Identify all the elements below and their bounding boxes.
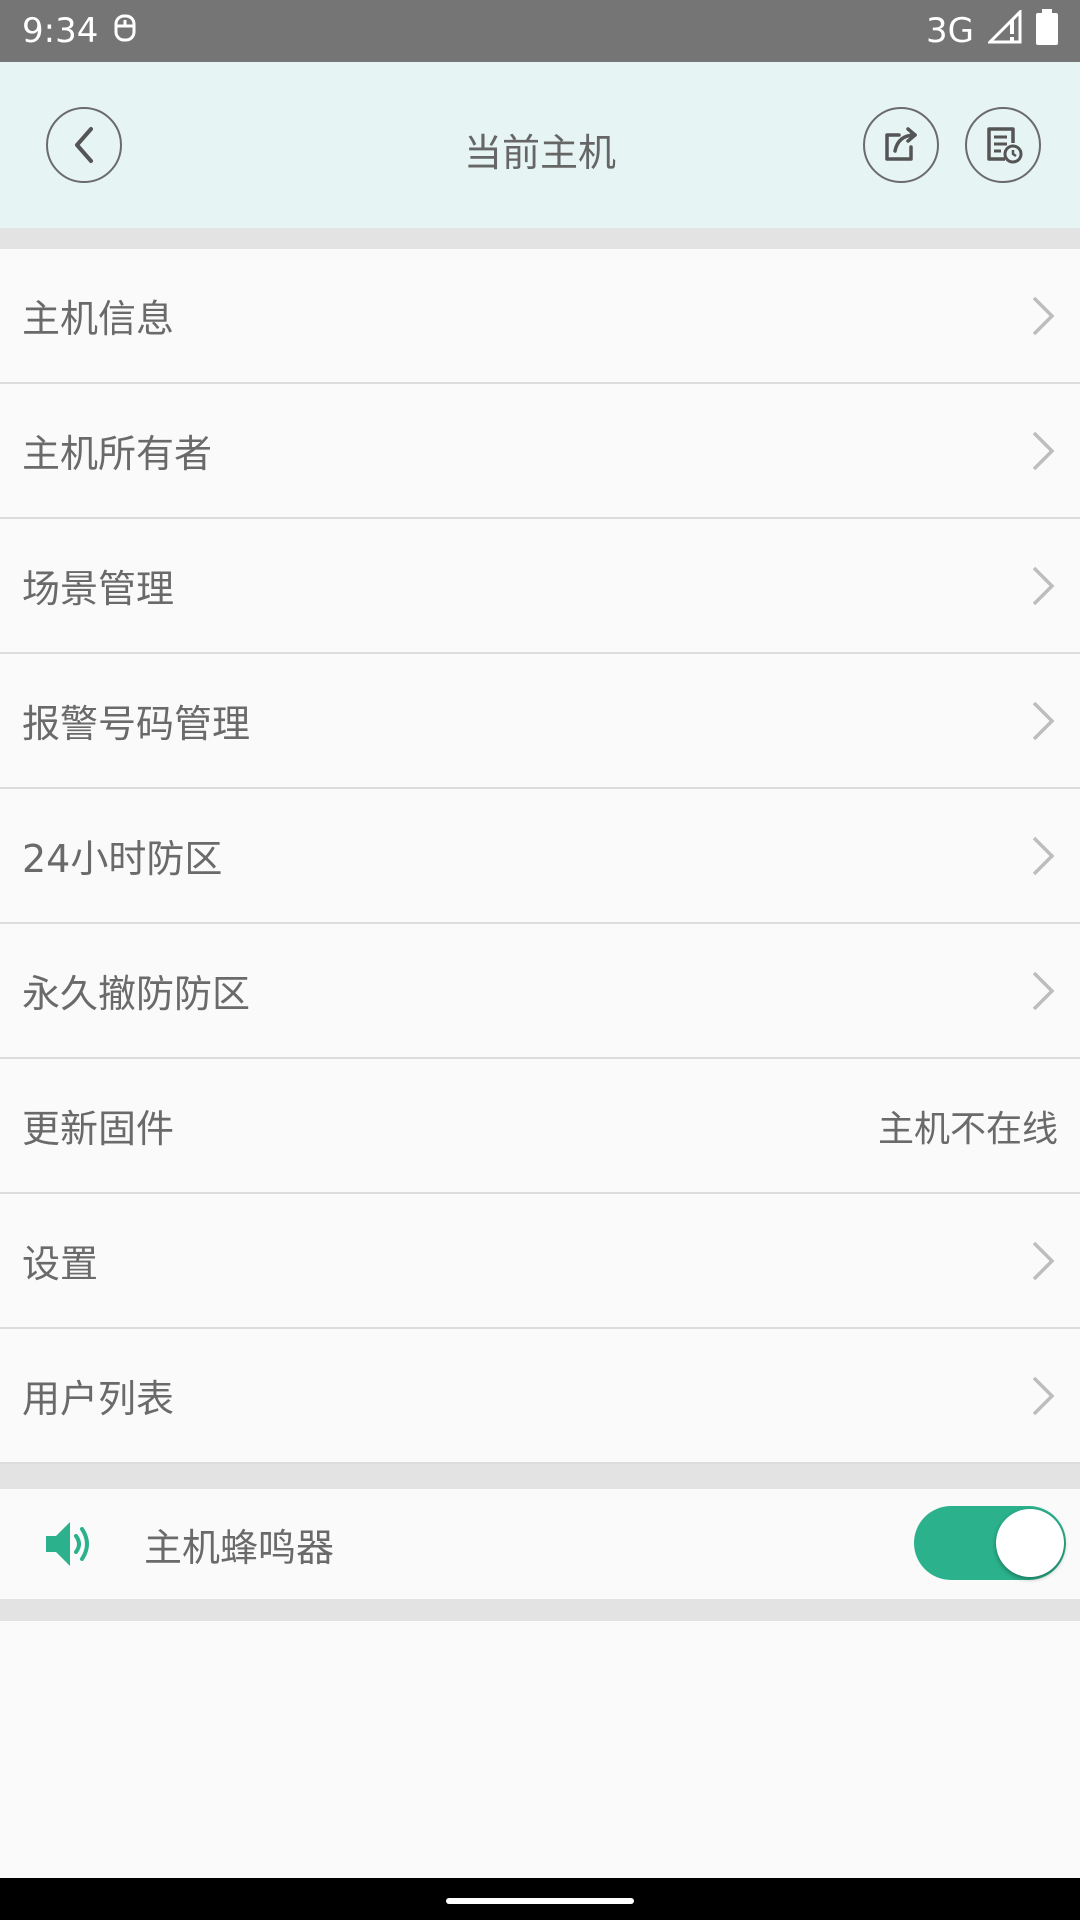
system-nav-bar (0, 1878, 1080, 1920)
chevron-right-icon (1032, 566, 1055, 605)
chevron-right-icon (1032, 1376, 1055, 1415)
menu-item-user-list[interactable]: 用户列表 (0, 1329, 1080, 1464)
app-bar: 当前主机 (0, 62, 1080, 228)
menu-item-label: 报警号码管理 (22, 702, 251, 746)
status-bar: 9:34 3G (0, 0, 1080, 62)
menu-item-settings[interactable]: 设置 (0, 1194, 1080, 1329)
status-time: 9:34 (22, 11, 99, 51)
settings-menu-list: 主机信息 主机所有者 场景管理 报警号码管理 24小时防区 永久撤防防区 更新固… (0, 249, 1080, 1464)
menu-item-host-owner[interactable]: 主机所有者 (0, 384, 1080, 519)
battery-icon (1036, 8, 1058, 54)
menu-item-label: 主机信息 (22, 297, 175, 341)
chevron-right-icon (1032, 836, 1055, 875)
menu-item-label: 用户列表 (22, 1377, 175, 1421)
menu-item-label: 24小时防区 (22, 837, 223, 881)
menu-item-label: 主机所有者 (22, 432, 213, 476)
buzzer-toggle[interactable] (914, 1506, 1066, 1580)
firmware-status-text: 主机不在线 (877, 1108, 1058, 1150)
home-gesture-handle[interactable] (446, 1898, 634, 1904)
menu-item-host-info[interactable]: 主机信息 (0, 249, 1080, 384)
log-history-icon (987, 127, 1023, 164)
buzzer-setting-row: 主机蜂鸣器 (0, 1489, 1080, 1599)
menu-item-permanent-disarm-zone[interactable]: 永久撤防防区 (0, 924, 1080, 1059)
signal-icon (986, 7, 1022, 53)
section-divider (0, 1464, 1080, 1489)
share-button[interactable] (863, 107, 939, 183)
log-button[interactable] (965, 107, 1041, 183)
menu-item-24h-zone[interactable]: 24小时防区 (0, 789, 1080, 924)
usb-icon (112, 10, 138, 53)
speaker-icon (46, 1522, 89, 1566)
menu-item-label: 设置 (22, 1242, 99, 1286)
toggle-knob (996, 1509, 1064, 1577)
chevron-right-icon (1032, 1241, 1055, 1280)
menu-item-alarm-numbers[interactable]: 报警号码管理 (0, 654, 1080, 789)
menu-item-scene-management[interactable]: 场景管理 (0, 519, 1080, 654)
chevron-right-icon (1032, 701, 1055, 740)
section-divider (0, 228, 1080, 249)
chevron-right-icon (1032, 431, 1055, 470)
buzzer-label: 主机蜂鸣器 (144, 1525, 335, 1570)
section-divider (0, 1599, 1080, 1621)
menu-item-label: 永久撤防防区 (22, 972, 251, 1016)
chevron-right-icon (1032, 296, 1055, 335)
chevron-right-icon (1032, 971, 1055, 1010)
share-icon (885, 127, 917, 161)
menu-item-label: 场景管理 (22, 567, 175, 611)
menu-item-label: 更新固件 (22, 1107, 175, 1151)
menu-item-update-firmware[interactable]: 更新固件 主机不在线 (0, 1059, 1080, 1194)
network-type: 3G (926, 11, 974, 51)
